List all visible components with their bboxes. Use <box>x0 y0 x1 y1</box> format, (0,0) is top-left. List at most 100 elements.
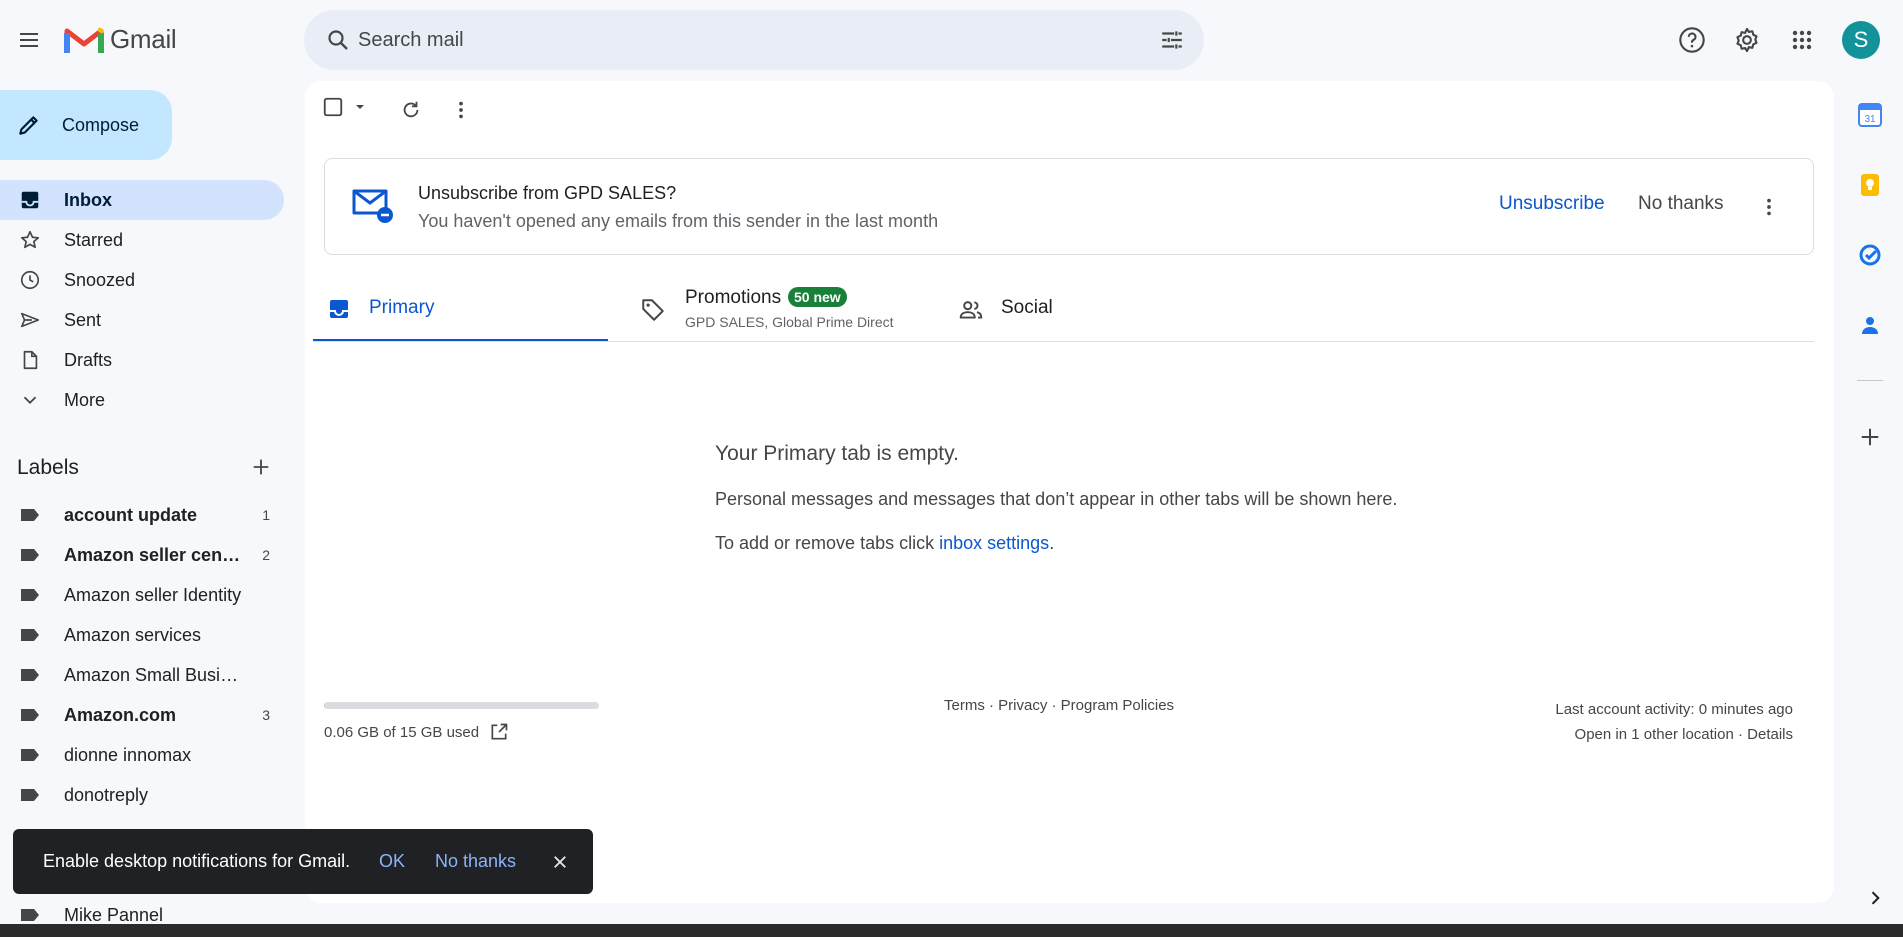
hide-side-panel-button[interactable] <box>1855 878 1895 918</box>
empty-state-message: Personal messages and messages that don’… <box>715 489 1398 509</box>
draft-icon <box>23 350 38 370</box>
nav-snoozed[interactable]: Snoozed <box>0 260 284 300</box>
tab-primary[interactable]: Primary <box>313 280 608 342</box>
tab-promotions[interactable]: Promotions 50 new GPD SALES, Global Prim… <box>632 280 932 342</box>
pencil-icon <box>19 116 38 135</box>
select-checkbox[interactable] <box>322 96 368 118</box>
tab-senders: GPD SALES, Global Prime Direct <box>685 314 894 330</box>
search-button[interactable] <box>318 20 358 60</box>
nav-drafts[interactable]: Drafts <box>0 340 284 380</box>
settings-prefix: To add or remove tabs click <box>715 533 940 553</box>
caret-down-icon <box>356 105 364 109</box>
gear-icon <box>1736 27 1758 53</box>
label-item[interactable]: Amazon seller Identity <box>0 575 284 615</box>
contacts-app-button[interactable] <box>1858 313 1882 337</box>
search-icon <box>328 30 348 50</box>
hamburger-icon <box>20 33 38 47</box>
search-input[interactable] <box>358 24 1118 56</box>
compose-label: Compose <box>62 114 140 135</box>
plus-icon <box>253 459 269 475</box>
label-name: Amazon seller cent… <box>64 544 244 565</box>
label-item[interactable]: account update 1 <box>0 495 284 535</box>
snackbar-no-thanks-button[interactable]: No thanks <box>435 851 516 872</box>
label-item[interactable]: Amazon.com 3 <box>0 695 284 735</box>
refresh-button[interactable] <box>391 90 431 130</box>
label-tag-icon <box>21 589 39 601</box>
google-apps-button[interactable] <box>1782 20 1822 60</box>
refresh-icon <box>403 101 419 118</box>
activity-details-link[interactable]: Open in 1 other location · Details <box>1400 722 1793 747</box>
calendar-app-button[interactable]: 31 <box>1858 103 1882 127</box>
label-tag-icon <box>21 709 39 721</box>
tasks-app-button[interactable] <box>1858 243 1882 267</box>
no-thanks-button[interactable]: No thanks <box>1638 193 1724 215</box>
star-icon <box>20 230 40 249</box>
create-label-button[interactable] <box>241 447 281 487</box>
app-name: Gmail <box>110 24 177 54</box>
label-item[interactable]: dionne innomax <box>0 735 284 775</box>
label-item[interactable]: Amazon services <box>0 615 284 655</box>
keep-icon <box>1861 174 1879 196</box>
label-count: 3 <box>262 707 270 723</box>
label-name: Amazon.com <box>64 704 177 725</box>
nav-label: Drafts <box>64 349 113 370</box>
search-options-button[interactable] <box>1152 20 1192 60</box>
support-button[interactable] <box>1672 20 1712 60</box>
nav-label: More <box>64 389 106 410</box>
label-item[interactable]: Amazon Small Business <box>0 655 284 695</box>
svg-text:31: 31 <box>1864 114 1876 125</box>
side-panel-divider <box>1857 380 1883 381</box>
nav-sent[interactable]: Sent <box>0 300 284 340</box>
label-item[interactable]: donotreply <box>0 775 284 815</box>
label-item[interactable]: Amazon seller cent… 2 <box>0 535 284 575</box>
compose-button[interactable]: Compose <box>0 90 172 160</box>
help-icon <box>1679 27 1705 53</box>
banner-more-button[interactable] <box>1749 187 1789 227</box>
inbox-icon <box>21 191 39 209</box>
gmail-logo[interactable]: Gmail <box>64 24 177 55</box>
label-name: donotreply <box>64 784 149 805</box>
get-addons-button[interactable] <box>1850 417 1890 457</box>
tabs-divider <box>313 341 1814 342</box>
tab-social[interactable]: Social <box>954 280 1234 342</box>
notification-snackbar: Enable desktop notifications for Gmail. … <box>13 829 593 894</box>
unsubscribe-button[interactable]: Unsubscribe <box>1499 193 1605 215</box>
label-tag-icon <box>21 749 39 761</box>
account-avatar[interactable]: S <box>1842 21 1880 59</box>
new-count-badge: 50 new <box>788 287 847 307</box>
taskbar-strip <box>0 924 1903 937</box>
gmail-m-icon <box>64 26 104 53</box>
labels-heading: Labels <box>17 456 79 479</box>
keep-app-button[interactable] <box>1858 173 1882 197</box>
open-in-new-icon[interactable] <box>489 722 509 742</box>
label-name: Amazon services <box>64 624 202 645</box>
storage-usage: 0.06 GB of 15 GB used <box>324 722 509 742</box>
tasks-icon <box>1859 244 1881 266</box>
unsubscribe-banner: Unsubscribe from GPD SALES? You haven't … <box>324 158 1814 255</box>
settings-button[interactable] <box>1727 20 1767 60</box>
inbox-settings-link[interactable]: inbox settings <box>939 533 1049 553</box>
inbox-icon <box>330 300 348 318</box>
snackbar-ok-button[interactable]: OK <box>379 851 405 872</box>
nav-inbox[interactable]: Inbox <box>0 180 284 220</box>
label-tag-icon <box>21 909 39 921</box>
chevron-right-icon <box>1871 891 1880 905</box>
tab-label: Social <box>1001 297 1053 318</box>
more-options-button[interactable] <box>441 90 481 130</box>
chevron-down-icon <box>23 396 37 405</box>
label-tag-icon <box>21 549 39 561</box>
nav-starred[interactable]: Starred <box>0 220 284 260</box>
label-tag-icon <box>21 629 39 641</box>
mail-unsubscribe-icon <box>352 189 393 223</box>
footer-links[interactable]: Terms · Privacy · Program Policies <box>944 697 1174 714</box>
snackbar-close-button[interactable] <box>547 849 573 875</box>
main-menu-button[interactable] <box>9 20 49 60</box>
close-icon <box>554 856 566 868</box>
label-name: Amazon Small Business <box>64 664 244 685</box>
tune-icon <box>1162 31 1182 49</box>
apps-grid-icon <box>1792 30 1812 50</box>
contacts-icon <box>1862 317 1878 334</box>
search-bar[interactable] <box>304 10 1204 70</box>
nav-more[interactable]: More <box>0 380 284 420</box>
settings-suffix: . <box>1049 533 1055 553</box>
